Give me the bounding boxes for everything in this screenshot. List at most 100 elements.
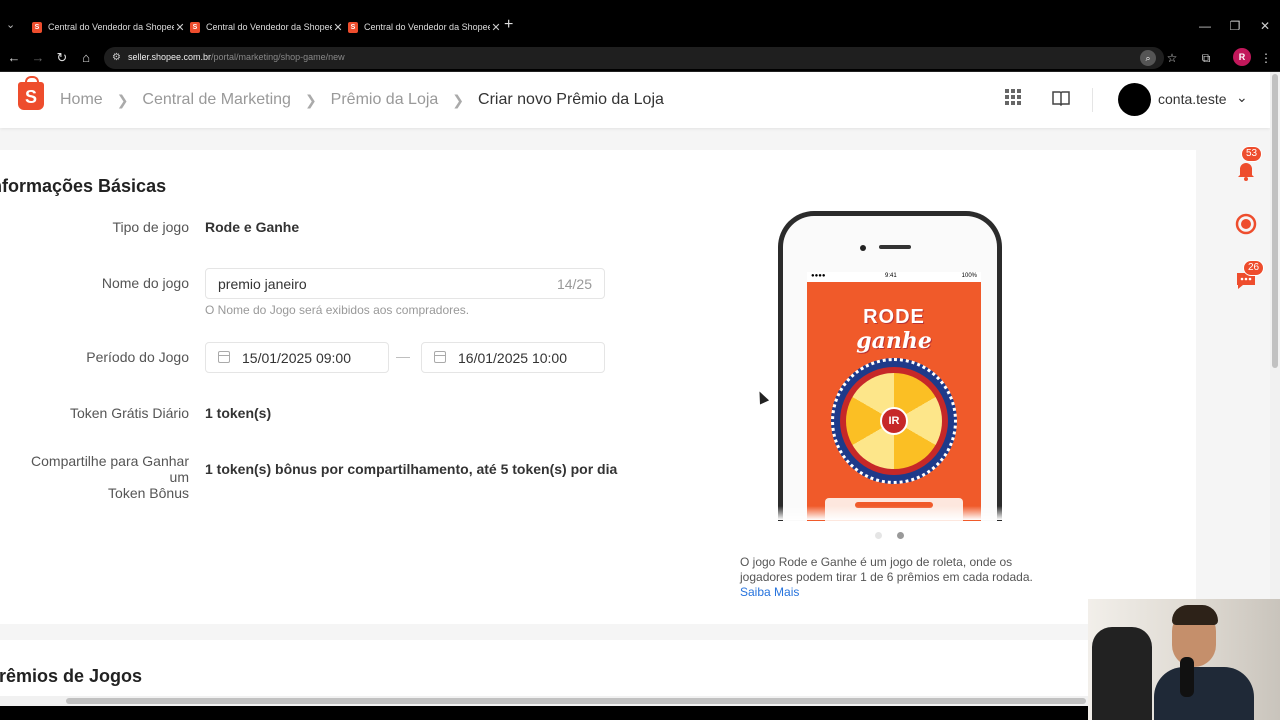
- close-tab-icon[interactable]: ✕: [174, 21, 186, 34]
- game-name-text: premio janeiro: [218, 276, 307, 292]
- wheel-rim: IR: [840, 367, 948, 475]
- section-title: Informações Básicas: [0, 176, 167, 196]
- chevron-right-icon: ❯: [304, 91, 317, 108]
- character-counter: 14/25: [556, 276, 592, 292]
- extensions-icon[interactable]: ⧉: [1196, 48, 1216, 68]
- horizontal-scrollbar[interactable]: [0, 696, 1088, 706]
- date-range-separator: —: [396, 348, 410, 364]
- breadcrumb-home[interactable]: Home: [60, 91, 103, 109]
- apps-grid-icon[interactable]: [1001, 88, 1025, 112]
- start-date-text: 15/01/2025 09:00: [242, 350, 351, 366]
- game-name-label: Nome do jogo: [101, 275, 189, 291]
- close-tab-icon[interactable]: ✕: [332, 21, 344, 34]
- browser-tab-2[interactable]: S Central do Vendedor da Shopee ✕: [190, 14, 344, 40]
- learn-more-link[interactable]: Saiba Mais: [740, 585, 799, 599]
- webcam-overlay: [1088, 599, 1280, 720]
- end-date-picker[interactable]: 16/01/2025 10:00: [421, 342, 605, 373]
- wheel-spin-button: IR: [880, 407, 908, 435]
- calendar-icon: [218, 351, 230, 363]
- chat-count-badge: 26: [1243, 260, 1265, 276]
- shopee-favicon-icon: S: [32, 21, 42, 33]
- scrollbar-thumb[interactable]: [1272, 74, 1278, 368]
- minimize-icon[interactable]: —: [1190, 14, 1220, 38]
- shopee-favicon-icon: S: [348, 21, 358, 33]
- webcam-chair: [1092, 627, 1152, 720]
- tab-title: Central do Vendedor da Shopee: [206, 22, 332, 32]
- browser-tab-3[interactable]: S Central do Vendedor da Shopee ✕: [348, 14, 502, 40]
- share-bonus-value: 1 token(s) bônus por compartilhamento, a…: [205, 461, 618, 477]
- share-bonus-label-line2: Token Bônus: [108, 485, 189, 501]
- support-headset-icon[interactable]: [1234, 212, 1258, 236]
- site-info-icon[interactable]: ⚙: [112, 52, 124, 64]
- webcam-person-body: [1154, 667, 1254, 720]
- signal-icon: ●●●●: [811, 273, 826, 279]
- game-type-value: Rode e Ganhe: [205, 219, 300, 235]
- breadcrumb-marketing[interactable]: Central de Marketing: [142, 91, 291, 109]
- bookmark-star-icon[interactable]: ☆: [1162, 48, 1182, 68]
- wheel-segments: IR: [846, 373, 942, 469]
- phone-camera: [860, 245, 866, 251]
- game-title-rode: RODE: [863, 306, 925, 328]
- address-bar-row: ← → ↻ ⌂ ⚙ seller.shopee.com.br/portal/ma…: [0, 44, 1280, 72]
- phone-screen: ●●●● 9:41 100% RODE ganhe IR: [807, 272, 981, 521]
- calendar-icon: [434, 351, 446, 363]
- zoom-icon[interactable]: ⌕: [1140, 50, 1156, 66]
- shopee-logo-icon[interactable]: S: [18, 76, 44, 110]
- start-date-picker[interactable]: 15/01/2025 09:00: [205, 342, 389, 373]
- end-date-text: 16/01/2025 10:00: [458, 350, 567, 366]
- phone-speaker: [879, 245, 911, 249]
- game-title-ganhe: ganhe: [856, 328, 932, 354]
- browser-menu-icon[interactable]: ⋮: [1256, 48, 1276, 68]
- prizes-section-title: Prêmios de Jogos: [0, 666, 143, 686]
- browser-tab-bar: ⌄ S Central do Vendedor da Shopee ✕ S Ce…: [0, 0, 1280, 44]
- profile-icon[interactable]: R: [1233, 48, 1251, 66]
- breadcrumb-current: Criar novo Prêmio da Loja: [478, 91, 664, 108]
- breadcrumb-shop-prize[interactable]: Prêmio da Loja: [331, 91, 439, 109]
- carousel-dot-1[interactable]: [875, 532, 882, 539]
- daily-token-value: 1 token(s): [205, 405, 272, 421]
- carousel-dot-2-active[interactable]: [897, 532, 904, 539]
- avatar[interactable]: [1118, 83, 1151, 116]
- share-bonus-label: Compartilhe para Ganhar um Token Bônus: [9, 453, 189, 501]
- webcam-person-hair: [1172, 605, 1218, 625]
- chevron-down-icon[interactable]: ⌄: [1236, 89, 1248, 106]
- tab-title: Central do Vendedor da Shopee: [364, 22, 490, 32]
- forward-icon[interactable]: →: [28, 48, 48, 68]
- book-icon[interactable]: [1049, 88, 1073, 112]
- tab-search-icon[interactable]: ⌄: [6, 18, 20, 32]
- account-name[interactable]: conta.teste: [1158, 91, 1227, 107]
- game-description: O jogo Rode e Ganhe é um jogo de roleta,…: [740, 555, 1033, 584]
- status-battery: 100%: [961, 273, 977, 279]
- page-header: S Home ❯ Central de Marketing ❯ Prêmio d…: [0, 72, 1270, 128]
- game-preview-phone: ●●●● 9:41 100% RODE ganhe IR: [778, 211, 1002, 521]
- shopee-favicon-icon: S: [190, 21, 200, 33]
- url-text: seller.shopee.com.br/portal/marketing/sh…: [128, 52, 345, 62]
- close-tab-icon[interactable]: ✕: [490, 21, 502, 34]
- tab-title: Central do Vendedor da Shopee: [48, 22, 174, 32]
- back-icon[interactable]: ←: [4, 48, 24, 68]
- webcam-microphone: [1180, 657, 1194, 697]
- daily-token-label: Token Grátis Diário: [69, 405, 189, 421]
- scrollbar-thumb[interactable]: [66, 698, 1086, 704]
- phone-body: ●●●● 9:41 100% RODE ganhe IR: [783, 216, 997, 521]
- close-window-icon[interactable]: ✕: [1250, 14, 1280, 38]
- url-bar[interactable]: ⚙ seller.shopee.com.br/portal/marketing/…: [104, 47, 1164, 69]
- restore-icon[interactable]: ❐: [1220, 14, 1250, 38]
- chevron-right-icon: ❯: [116, 91, 129, 108]
- breadcrumb: Home ❯ Central de Marketing ❯ Prêmio da …: [60, 91, 664, 109]
- phone-status-bar: ●●●● 9:41 100%: [807, 272, 981, 282]
- game-name-hint: O Nome do Jogo será exibidos aos comprad…: [205, 303, 470, 317]
- prize-wheel: IR: [831, 358, 957, 484]
- game-period-label: Período do Jogo: [86, 349, 189, 365]
- notification-count-badge: 53: [1241, 146, 1263, 162]
- phone-fade: [750, 506, 1040, 520]
- reload-icon[interactable]: ↻: [52, 48, 72, 68]
- header-divider: [1092, 88, 1093, 112]
- home-icon[interactable]: ⌂: [76, 48, 96, 68]
- game-type-label: Tipo de jogo: [112, 219, 189, 235]
- browser-tab-1[interactable]: S Central do Vendedor da Shopee ✕: [32, 14, 186, 40]
- game-name-input[interactable]: premio janeiro 14/25: [205, 268, 605, 299]
- chevron-right-icon: ❯: [452, 91, 465, 108]
- status-time: 9:41: [885, 273, 897, 279]
- new-tab-icon[interactable]: +: [504, 16, 513, 34]
